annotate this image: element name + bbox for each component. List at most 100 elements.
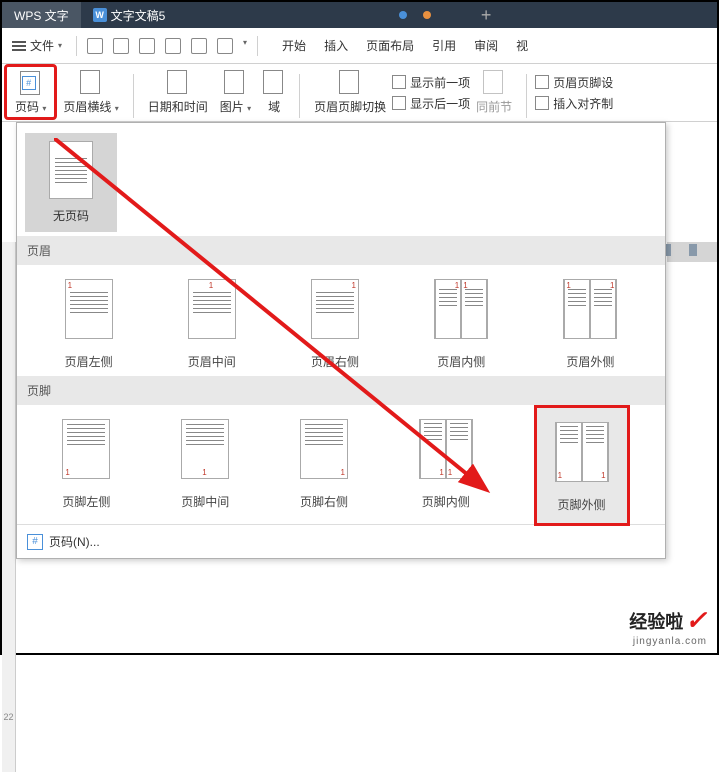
image-icon [224, 70, 246, 96]
tab-start[interactable]: 开始 [282, 37, 306, 54]
divider [526, 74, 527, 118]
app-tab-label: WPS 文字 [14, 7, 69, 24]
settings-icon [535, 75, 549, 89]
ruler-handles [663, 244, 697, 256]
footer-left-option[interactable]: 1 页脚左侧 [62, 419, 110, 518]
status-dot-blue [399, 11, 407, 19]
print-preview-icon[interactable] [165, 38, 181, 54]
app-tab[interactable]: WPS 文字 [2, 2, 81, 28]
preview-icon: 1 1 [563, 279, 617, 339]
print-icon[interactable] [139, 38, 155, 54]
switch-label: 页眉页脚切换 [314, 98, 386, 115]
image-label: 图片 ▾ [220, 98, 251, 115]
footer-options-row: 1 页脚左侧 1 页脚中间 1 页脚右侧 1 1 页脚内侧 1 1 页脚外侧 [17, 405, 665, 524]
document-tab[interactable]: W 文字文稿5 [81, 2, 178, 28]
preview-icon: 1 [188, 279, 236, 339]
header-left-option[interactable]: 1 页眉左侧 [65, 279, 113, 370]
calendar-icon [167, 70, 189, 96]
field-icon [263, 70, 285, 96]
chevron-down-icon[interactable]: ▾ [243, 38, 247, 54]
watermark: 经验啦✓ jingyanla.com [629, 605, 707, 647]
header-footer-settings-button[interactable]: 页眉页脚设 [535, 74, 613, 91]
show-prev-label: 显示前一项 [410, 74, 470, 91]
preview-icon: 1 1 [555, 422, 609, 482]
page-number-dialog-button[interactable]: # 页码(N)... [17, 524, 665, 558]
file-label: 文件 [30, 37, 54, 54]
datetime-label: 日期和时间 [148, 98, 208, 115]
header-line-button[interactable]: 页眉横线 ▾ [57, 68, 124, 117]
tab-view[interactable]: 视 [516, 37, 528, 54]
footer-action-label: 页码(N)... [49, 533, 100, 550]
footer-center-option[interactable]: 1 页脚中间 [181, 419, 229, 518]
header-right-option[interactable]: 1 页眉右侧 [311, 279, 359, 370]
preview-icon: 1 [300, 419, 348, 479]
tab-page-layout[interactable]: 页面布局 [366, 37, 414, 54]
next-icon [392, 96, 406, 110]
header-outside-option[interactable]: 1 1 页眉外侧 [563, 279, 617, 370]
show-next-button[interactable]: 显示后一项 [392, 95, 470, 112]
footer-right-option[interactable]: 1 页脚右侧 [300, 419, 348, 518]
option-label: 页眉中间 [188, 353, 236, 370]
prev-icon [392, 75, 406, 89]
hamburger-icon [12, 41, 26, 51]
save-icon[interactable] [113, 38, 129, 54]
settings-label: 页眉页脚设 [553, 74, 613, 91]
ruler-handle[interactable] [689, 244, 697, 256]
document-tab-label: 文字文稿5 [111, 7, 166, 24]
header-line-label: 页眉横线 ▾ [63, 98, 118, 115]
page-number-button[interactable]: # 页码 ▾ [4, 64, 57, 120]
menu-tabs: 开始 插入 页面布局 引用 审阅 视 [282, 37, 528, 54]
tab-reference[interactable]: 引用 [432, 37, 456, 54]
option-label: 页脚内侧 [422, 493, 470, 510]
header-options-row: 1 页眉左侧 1 页眉中间 1 页眉右侧 1 1 页眉内侧 1 1 页眉外侧 [17, 265, 665, 376]
open-icon[interactable] [87, 38, 103, 54]
preview-icon: 1 [65, 279, 113, 339]
footer-outside-option[interactable]: 1 1 页脚外侧 [534, 405, 630, 526]
tab-review[interactable]: 审阅 [474, 37, 498, 54]
footer-inside-option[interactable]: 1 1 页脚内侧 [419, 419, 473, 518]
ruler-number: 22 [2, 712, 15, 722]
header-inside-option[interactable]: 1 1 页眉内侧 [434, 279, 488, 370]
page-number-label: 页码 ▾ [15, 98, 46, 115]
section-header-footer: 页脚 [17, 376, 665, 405]
new-tab-button[interactable]: + [469, 5, 504, 26]
watermark-text: 经验啦 [629, 608, 683, 634]
nav-list: 显示前一项 显示后一项 [392, 70, 470, 116]
same-section-icon [483, 70, 505, 96]
quick-access-toolbar: ▾ [81, 38, 253, 54]
no-page-number-option[interactable]: 无页码 [25, 133, 117, 232]
watermark-url: jingyanla.com [629, 636, 707, 647]
header-center-option[interactable]: 1 页眉中间 [188, 279, 236, 370]
insert-align-button[interactable]: 插入对齐制 [535, 95, 613, 112]
option-label: 页眉右侧 [311, 353, 359, 370]
tab-insert[interactable]: 插入 [324, 37, 348, 54]
align-icon [535, 96, 549, 110]
switch-icon [339, 70, 361, 96]
option-label: 页脚中间 [181, 493, 229, 510]
redo-icon[interactable] [217, 38, 233, 54]
page-number-icon: # [20, 71, 42, 96]
option-label: 页眉左侧 [65, 353, 113, 370]
divider [299, 74, 300, 118]
align-label: 插入对齐制 [553, 95, 613, 112]
field-button[interactable]: 域 [257, 68, 291, 117]
divider [257, 36, 258, 56]
hash-icon: # [27, 534, 43, 550]
settings-list: 页眉页脚设 插入对齐制 [535, 70, 613, 116]
page-number-dropdown: 无页码 页眉 1 页眉左侧 1 页眉中间 1 页眉右侧 1 1 页眉内侧 1 1 [16, 122, 666, 559]
show-prev-button[interactable]: 显示前一项 [392, 74, 470, 91]
preview-icon: 1 [181, 419, 229, 479]
header-footer-switch-button[interactable]: 页眉页脚切换 [308, 68, 392, 117]
undo-icon[interactable] [191, 38, 207, 54]
dropdown-top: 无页码 [17, 123, 665, 236]
status-dot-orange [423, 11, 431, 19]
file-menu-button[interactable]: 文件 ▾ [2, 37, 72, 54]
field-label: 域 [268, 98, 280, 115]
main-toolbar: 文件 ▾ ▾ 开始 插入 页面布局 引用 审阅 视 [2, 28, 717, 64]
image-button[interactable]: 图片 ▾ [214, 68, 257, 117]
same-section-label: 同前节 [476, 98, 512, 115]
datetime-button[interactable]: 日期和时间 [142, 68, 214, 117]
same-section-button[interactable]: 同前节 [470, 68, 518, 117]
divider [76, 36, 77, 56]
doc-icon: W [93, 8, 107, 22]
